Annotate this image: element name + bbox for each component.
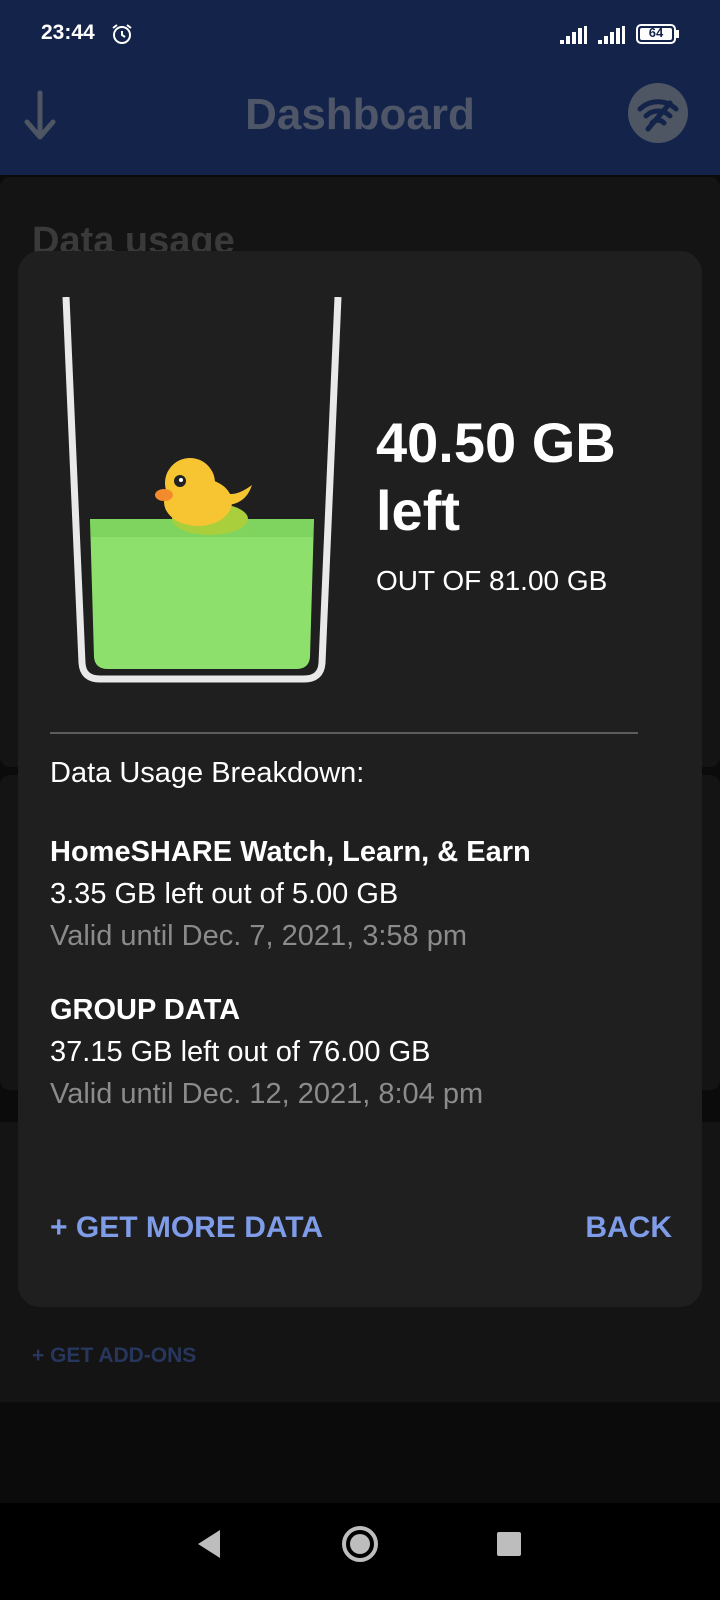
divider	[50, 732, 638, 734]
signal-icon	[560, 26, 587, 44]
plan-remaining: 37.15 GB left out of 76.00 GB	[50, 1036, 431, 1068]
nav-recents-icon[interactable]	[497, 1532, 521, 1556]
plan-remaining: 3.35 GB left out of 5.00 GB	[50, 878, 399, 910]
status-bar: 23:44 64	[0, 0, 720, 68]
nav-back-icon[interactable]	[194, 1528, 224, 1560]
plan-item: GROUP DATA 37.15 GB left out of 76.00 GB…	[50, 989, 670, 1115]
remaining-suffix: left	[376, 479, 460, 542]
wifi-status-button[interactable]	[628, 83, 688, 143]
alarm-icon	[112, 24, 132, 44]
breakdown-title: Data Usage Breakdown:	[50, 757, 365, 789]
plan-name: HomeSHARE Watch, Learn, & Earn	[50, 836, 531, 868]
get-add-ons-link[interactable]: + GET ADD-ONS	[32, 1344, 196, 1368]
app-bar: Dashboard	[0, 68, 720, 175]
data-usage-dialog: 40.50 GB left OUT OF 81.00 GB Data Usage…	[18, 251, 702, 1307]
water-glass-graphic	[62, 297, 342, 683]
page-title: Dashboard	[245, 90, 475, 139]
remaining-data: 40.50 GB left	[376, 409, 676, 545]
status-time: 23:44	[41, 21, 95, 44]
get-more-data-button[interactable]: + GET MORE DATA	[50, 1211, 323, 1245]
battery-icon: 64	[636, 24, 679, 44]
wifi-off-icon	[637, 99, 679, 132]
plan-item: HomeSHARE Watch, Learn, & Earn 3.35 GB l…	[50, 831, 670, 957]
back-button[interactable]: BACK	[585, 1211, 672, 1245]
plan-name: GROUP DATA	[50, 994, 241, 1026]
battery-level: 64	[648, 25, 664, 40]
plan-validity: Valid until Dec. 7, 2021, 3:58 pm	[50, 920, 467, 952]
nav-home-icon[interactable]	[341, 1525, 379, 1563]
total-data: OUT OF 81.00 GB	[376, 565, 608, 596]
navigation-bar	[0, 1503, 720, 1600]
remaining-amount: 40.50 GB	[376, 411, 616, 474]
signal-icon	[598, 26, 625, 44]
plan-validity: Valid until Dec. 12, 2021, 8:04 pm	[50, 1078, 484, 1110]
